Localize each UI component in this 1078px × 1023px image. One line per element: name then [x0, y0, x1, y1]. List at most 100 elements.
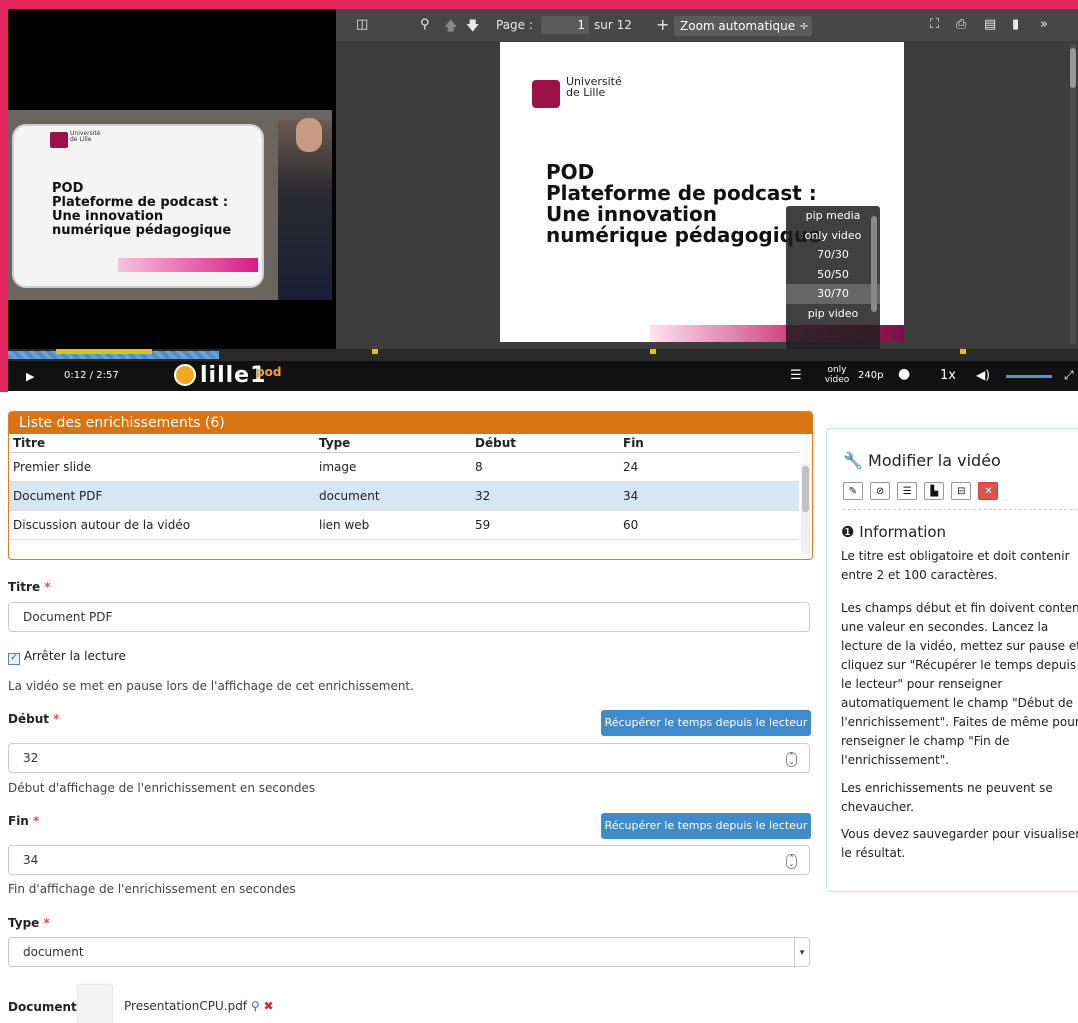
- slide-title: POD Plateforme de podcast : Une innovati…: [546, 160, 822, 247]
- magnifier-icon[interactable]: ⚲: [251, 999, 260, 1013]
- film-icon[interactable]: ⊟: [951, 482, 972, 500]
- table-row-selected[interactable]: Document PDF document 32 34: [9, 481, 799, 511]
- more-tools-icon[interactable]: »: [1040, 17, 1048, 32]
- layout-button[interactable]: only video: [824, 365, 850, 385]
- enrichment-marker[interactable]: [56, 349, 153, 354]
- fullscreen-icon[interactable]: ⛶: [930, 17, 939, 32]
- top-accent-bar: [0, 0, 1078, 9]
- print-icon[interactable]: ⎙: [956, 17, 966, 32]
- start-help-text: Début d'affichage de l'enrichissement en…: [8, 781, 316, 795]
- document-thumbnail-icon: [78, 985, 112, 1023]
- stop-help-text: La vidéo se met en pause lors de l'affic…: [8, 679, 414, 693]
- info-title: ❶ Information: [841, 523, 947, 541]
- layout-option-selected[interactable]: 30/70: [786, 284, 880, 304]
- search-icon[interactable]: ⚲: [420, 17, 430, 32]
- get-end-time-button[interactable]: Récupérer le temps depuis le lecteur: [601, 813, 811, 839]
- get-start-time-button[interactable]: Récupérer le temps depuis le lecteur: [601, 710, 811, 736]
- video-player[interactable]: Université de Lille POD Plateforme de po…: [8, 9, 1078, 391]
- play-icon[interactable]: ▶: [26, 370, 34, 383]
- playback-speed-button[interactable]: 1x: [940, 368, 956, 383]
- captions-icon[interactable]: ●: [898, 366, 910, 382]
- delete-icon[interactable]: ✕: [978, 482, 999, 500]
- table-scrollbar[interactable]: [801, 464, 810, 554]
- info-paragraph: Vous devez sauvegarder pour visualiser l…: [841, 827, 1078, 860]
- start-input[interactable]: 32 ⌃ ⌄: [8, 743, 810, 773]
- start-label: Début *: [8, 712, 60, 726]
- brand-suffix: pod: [256, 365, 282, 379]
- zoom-in-icon[interactable]: +: [656, 15, 669, 34]
- slide-title: POD Plateforme de podcast : Une innovati…: [52, 181, 232, 238]
- video-stream[interactable]: Université de Lille POD Plateforme de po…: [8, 9, 336, 359]
- page-number-input[interactable]: 1: [541, 16, 589, 34]
- university-logo-text: Université de Lille: [566, 75, 622, 99]
- table-row[interactable]: Premier slide image 8 24: [9, 452, 799, 482]
- previous-page-icon[interactable]: 🡅: [444, 17, 457, 39]
- title-label: Titre *: [8, 580, 51, 594]
- enrichments-panel: Liste des enrichissements (6) Titre Type…: [8, 411, 813, 560]
- next-page-icon[interactable]: 🡇: [466, 17, 479, 39]
- enrichment-marker[interactable]: [371, 349, 378, 354]
- volume-icon[interactable]: ◀): [976, 368, 990, 382]
- type-label: Type *: [8, 916, 50, 930]
- layout-option[interactable]: pip media: [786, 206, 880, 226]
- pdf-scrollbar[interactable]: [1070, 44, 1076, 344]
- time-display: 0:12 / 2:57: [64, 370, 119, 381]
- chevron-updown-icon: ÷: [798, 19, 809, 33]
- sidebar-title: 🔧 Modifier la vidéo: [843, 451, 1001, 470]
- university-logo: [50, 132, 68, 148]
- brand-logo-icon: [174, 364, 196, 386]
- info-paragraph: Le titre est obligatoire et doit conteni…: [841, 549, 1070, 582]
- type-select[interactable]: document ▾: [8, 937, 810, 968]
- divider: [843, 509, 1078, 510]
- layout-menu: pip media only video 70/30 50/50 30/70 p…: [786, 206, 880, 358]
- table-header-row: Titre Type Début Fin: [9, 434, 799, 453]
- enrichment-marker[interactable]: [650, 349, 656, 354]
- menu-scrollbar[interactable]: [871, 216, 877, 312]
- checkbox-checked-icon[interactable]: ✓: [8, 653, 20, 665]
- column-header: Type: [315, 434, 471, 453]
- stop-playback-checkbox[interactable]: ✓ Arrêter la lecture: [8, 649, 126, 665]
- pdf-toolbar: ◫ ⚲ 🡅 🡇 Page : 1 sur 12 + Zoom automatiq…: [336, 9, 1078, 41]
- end-label: Fin *: [8, 814, 40, 828]
- column-header: Titre: [9, 434, 315, 453]
- title-input[interactable]: Document PDF: [8, 602, 810, 632]
- end-input[interactable]: 34 ⌃ ⌄: [8, 845, 810, 875]
- table-row[interactable]: Discussion autour de la vidéo lien web 5…: [9, 510, 799, 540]
- sidebar-toggle-icon[interactable]: ◫: [356, 17, 368, 32]
- enrichments-panel-title: Liste des enrichissements (6): [9, 412, 812, 434]
- layout-option[interactable]: pip video: [786, 304, 880, 324]
- document-label: Document: [8, 1000, 77, 1014]
- paperclip-icon[interactable]: ⊘: [870, 482, 891, 500]
- edit-video-sidebar: 🔧 Modifier la vidéo ✎ ⊘ ☰ ▙ ⊟ ✕ ❶ Inform…: [826, 428, 1078, 892]
- document-filename: PresentationCPU.pdf: [124, 999, 248, 1013]
- end-help-text: Fin d'affichage de l'enrichissement en s…: [8, 882, 296, 896]
- volume-slider[interactable]: [1006, 375, 1052, 378]
- download-icon[interactable]: ▤: [984, 17, 996, 32]
- chevron-updown-icon: ▾: [794, 938, 809, 968]
- chapters-icon[interactable]: ☰: [790, 368, 802, 383]
- quality-button[interactable]: 240p: [858, 370, 883, 381]
- layout-option[interactable]: 50/50: [786, 265, 880, 285]
- number-spinner-icon[interactable]: ⌃ ⌄: [786, 854, 797, 869]
- player-controls: ▶ 0:12 / 2:57 lille1 pod ☰ only video 24…: [8, 361, 1078, 391]
- document-file: PresentationCPU.pdf ⚲ ✖: [124, 999, 274, 1013]
- enrichments-table: Titre Type Début Fin Premier slide image…: [9, 434, 799, 540]
- layout-option[interactable]: 70/30: [786, 245, 880, 265]
- university-logo: [532, 80, 560, 108]
- remove-icon[interactable]: ✖: [264, 999, 274, 1013]
- zoom-select[interactable]: Zoom automatique ÷: [674, 16, 812, 36]
- edit-pencil-icon[interactable]: ✎: [843, 482, 863, 500]
- speaker-head: [296, 118, 322, 152]
- column-header: Fin: [619, 434, 799, 453]
- enrichment-marker[interactable]: [960, 349, 967, 354]
- left-accent-bar: [0, 0, 8, 392]
- list-icon[interactable]: ☰: [897, 482, 918, 500]
- layout-option[interactable]: only video: [786, 226, 880, 246]
- university-logo-text: Université de Lille: [70, 130, 101, 143]
- fullscreen-toggle-icon[interactable]: ⤢: [1064, 368, 1074, 383]
- progress-bar[interactable]: [8, 349, 1078, 361]
- bookmark-icon[interactable]: ▮: [1012, 17, 1019, 32]
- pdf-viewer[interactable]: ◫ ⚲ 🡅 🡇 Page : 1 sur 12 + Zoom automatiq…: [336, 9, 1078, 359]
- number-spinner-icon[interactable]: ⌃ ⌄: [786, 752, 797, 767]
- file-icon[interactable]: ▙: [924, 482, 945, 500]
